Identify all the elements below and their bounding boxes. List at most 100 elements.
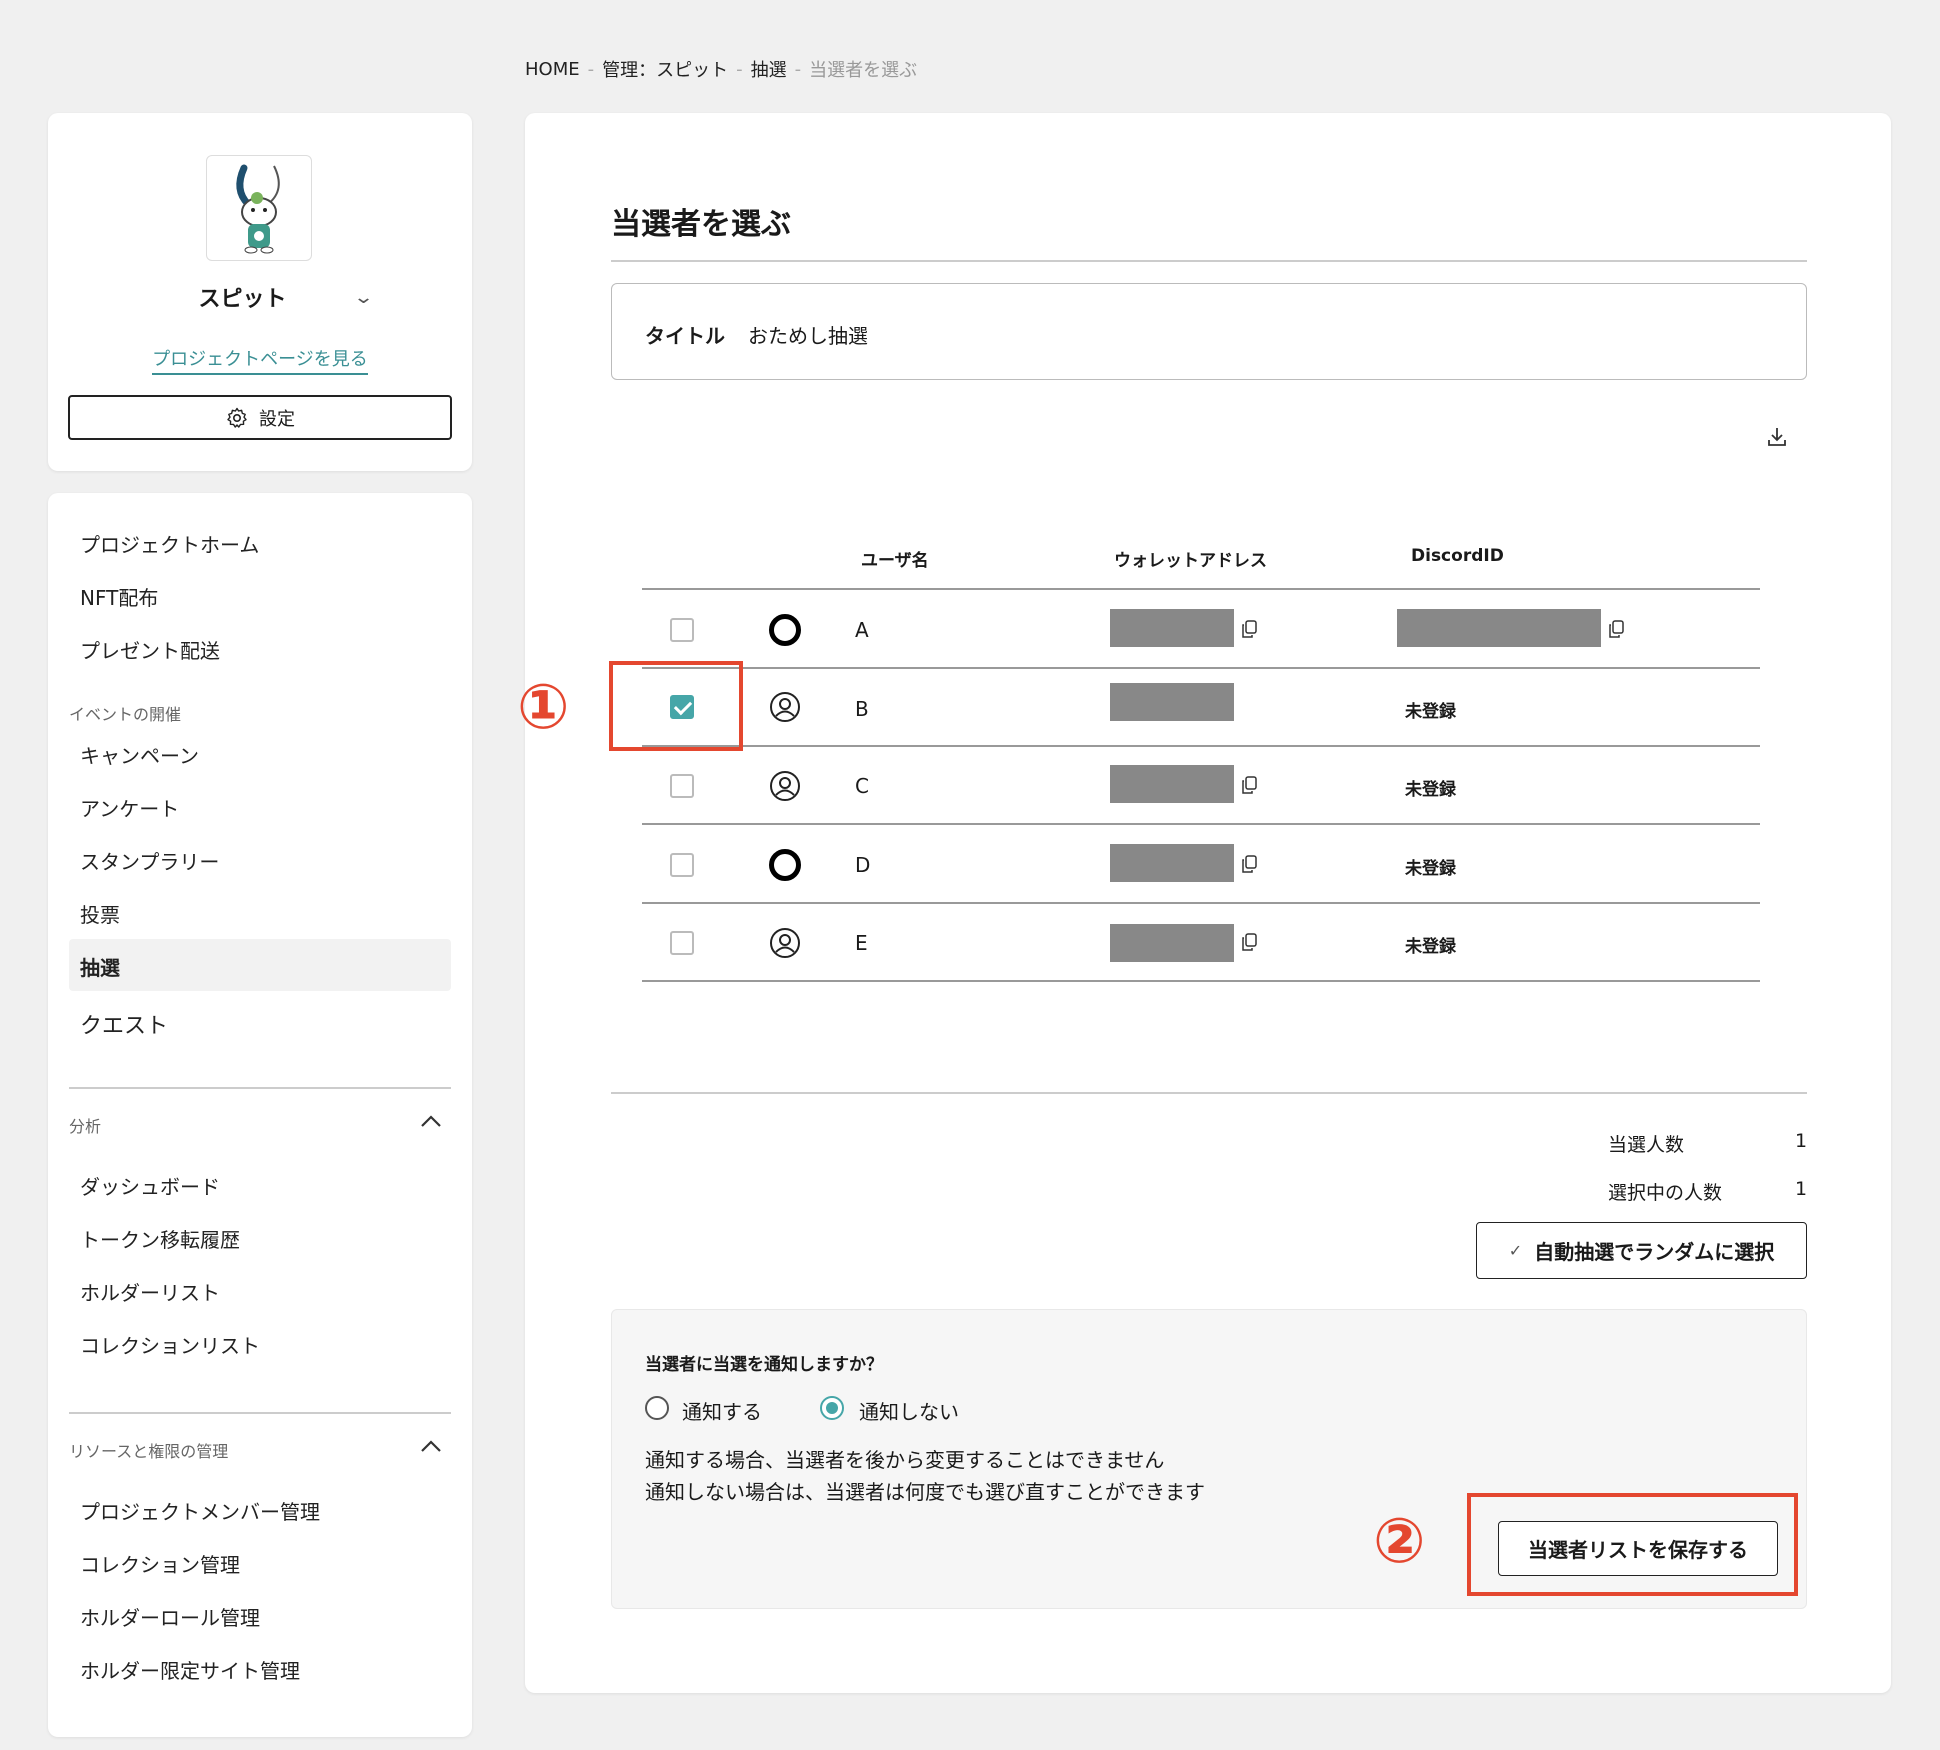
sidebar-item-dashboard[interactable]: ダッシュボード: [80, 1171, 220, 1200]
auto-select-button-label: 自動抽選でランダムに選択: [1534, 1240, 1775, 1264]
column-header-username: ユーザ名: [861, 551, 929, 571]
winners-count-value: 1: [1795, 1130, 1808, 1152]
row-checkbox[interactable]: [670, 931, 694, 955]
breadcrumb-separator: -: [587, 58, 595, 80]
page-title: 当選者を選ぶ: [611, 207, 791, 242]
lottery-title-box: タイトル おためし抽選: [611, 283, 1807, 380]
sidebar-item-vote[interactable]: 投票: [80, 899, 120, 928]
sidebar-item-collection-list[interactable]: コレクションリスト: [80, 1330, 260, 1359]
breadcrumb-separator: -: [736, 58, 743, 80]
row-username: C: [855, 774, 869, 798]
project-page-link[interactable]: プロジェクトページを見る: [48, 345, 472, 375]
wallet-address-redacted: [1110, 844, 1234, 882]
chevron-down-icon[interactable]: ⌄: [353, 287, 374, 308]
section-divider: [611, 1092, 1807, 1094]
lottery-title-value: おためし抽選: [748, 324, 868, 348]
ring-icon: [769, 614, 801, 646]
sidebar-item-holder-role-management[interactable]: ホルダーロール管理: [80, 1602, 260, 1631]
auto-select-button[interactable]: ✓ 自動抽選でランダムに選択: [1476, 1222, 1807, 1279]
sidebar-item-holder-site-management[interactable]: ホルダー限定サイト管理: [80, 1655, 300, 1684]
row-username: A: [855, 618, 869, 642]
ring-icon: [769, 849, 801, 881]
table-row-divider: [642, 667, 1760, 669]
sidebar-nav: プロジェクトホーム NFT配布 プレゼント配送 イベントの開催 キャンペーン ア…: [48, 493, 472, 1737]
sidebar-item-present-delivery[interactable]: プレゼント配送: [80, 635, 220, 664]
wallet-address-redacted: [1110, 683, 1234, 721]
row-checkbox[interactable]: [670, 618, 694, 642]
sidebar-active-highlight: [69, 939, 451, 991]
sidebar-item-stamp-rally[interactable]: スタンプラリー: [80, 846, 219, 875]
rabbit-mascot-icon: [236, 164, 280, 254]
wallet-address-redacted: [1110, 609, 1234, 647]
annotation-box-1: [609, 661, 743, 751]
breadcrumb-separator: -: [794, 58, 802, 80]
sidebar-section-events: イベントの開催: [69, 705, 182, 724]
notify-note-1: 通知する場合、当選者を後から変更することはできません: [645, 1448, 1165, 1472]
copy-icon[interactable]: [1241, 620, 1257, 638]
sidebar-item-project-home[interactable]: プロジェクトホーム: [80, 529, 259, 558]
project-page-link-label[interactable]: プロジェクトページを見る: [152, 349, 368, 375]
user-circle-icon: [770, 771, 800, 801]
notify-question: 当選者に当選を通知しますか？: [645, 1355, 883, 1375]
sidebar-item-survey[interactable]: アンケート: [80, 793, 179, 822]
table-row-divider: [642, 902, 1760, 904]
table-row-divider: [642, 745, 1760, 747]
title-divider: [611, 260, 1807, 262]
user-circle-icon: [770, 928, 800, 958]
sidebar-section-analytics: 分析: [69, 1117, 102, 1136]
table-row-divider: [642, 823, 1760, 825]
discord-unregistered: 未登録: [1405, 780, 1456, 800]
breadcrumb-lottery[interactable]: 抽選: [751, 56, 787, 82]
sidebar-item-collection-management[interactable]: コレクション管理: [80, 1549, 240, 1578]
project-card: スピット ⌄ プロジェクトページを見る 設定: [48, 113, 472, 471]
wallet-address-redacted: [1110, 765, 1234, 803]
row-checkbox[interactable]: [670, 853, 694, 877]
notify-yes-label[interactable]: 通知する: [682, 1396, 762, 1425]
settings-button[interactable]: 設定: [68, 395, 452, 440]
sidebar-divider: [69, 1412, 451, 1414]
sidebar-item-lottery[interactable]: 抽選: [80, 952, 120, 981]
copy-icon[interactable]: [1241, 933, 1257, 951]
sidebar-divider: [69, 1087, 451, 1089]
sidebar-item-token-transfer-history[interactable]: トークン移転履歴: [80, 1224, 240, 1253]
breadcrumb-project[interactable]: 管理：スピット: [602, 56, 728, 82]
row-username: D: [855, 853, 871, 877]
chevron-up-icon[interactable]: [420, 1434, 442, 1458]
notify-no-radio[interactable]: [820, 1396, 844, 1420]
project-avatar: [206, 155, 312, 261]
user-circle-icon: [770, 692, 800, 722]
sidebar-item-campaign[interactable]: キャンペーン: [80, 740, 199, 769]
discord-unregistered: 未登録: [1405, 859, 1456, 879]
breadcrumb-home[interactable]: HOME: [525, 59, 580, 80]
project-name: スピット: [198, 287, 287, 312]
sidebar-item-nft-distribution[interactable]: NFT配布: [80, 582, 158, 611]
annotation-number-1: ①: [517, 670, 570, 743]
breadcrumb: HOME - 管理：スピット - 抽選 - 当選者を選ぶ: [525, 56, 917, 82]
discord-id-redacted: [1397, 609, 1601, 647]
winners-count-label: 当選人数: [1608, 1134, 1685, 1156]
project-switcher[interactable]: スピット ⌄: [48, 281, 472, 313]
sidebar-item-quest[interactable]: クエスト: [80, 1008, 168, 1040]
annotation-box-2: [1467, 1493, 1798, 1596]
copy-icon[interactable]: [1608, 620, 1624, 638]
copy-icon[interactable]: [1241, 776, 1257, 794]
sidebar-item-project-member-management[interactable]: プロジェクトメンバー管理: [80, 1496, 320, 1525]
row-checkbox[interactable]: [670, 774, 694, 798]
settings-button-label: 設定: [259, 408, 295, 430]
table-bottom-divider: [642, 980, 1760, 982]
discord-unregistered: 未登録: [1405, 702, 1456, 722]
notify-yes-radio[interactable]: [645, 1396, 669, 1420]
sidebar-item-holder-list[interactable]: ホルダーリスト: [80, 1277, 220, 1306]
lottery-title-label: タイトル: [645, 324, 725, 348]
notify-no-label[interactable]: 通知しない: [859, 1396, 959, 1425]
gear-icon: [227, 407, 247, 428]
main-panel: 当選者を選ぶ タイトル おためし抽選 ユーザ名 ウォレットアドレス Discor…: [525, 113, 1891, 1693]
chevron-up-icon[interactable]: [420, 1109, 442, 1133]
row-username: B: [855, 697, 869, 721]
selected-count-value: 1: [1795, 1178, 1808, 1200]
copy-icon[interactable]: [1241, 855, 1257, 873]
download-icon[interactable]: [1765, 425, 1789, 449]
table-header-divider: [642, 588, 1760, 590]
row-username: E: [855, 931, 868, 955]
check-icon: ✓: [1508, 1241, 1523, 1260]
